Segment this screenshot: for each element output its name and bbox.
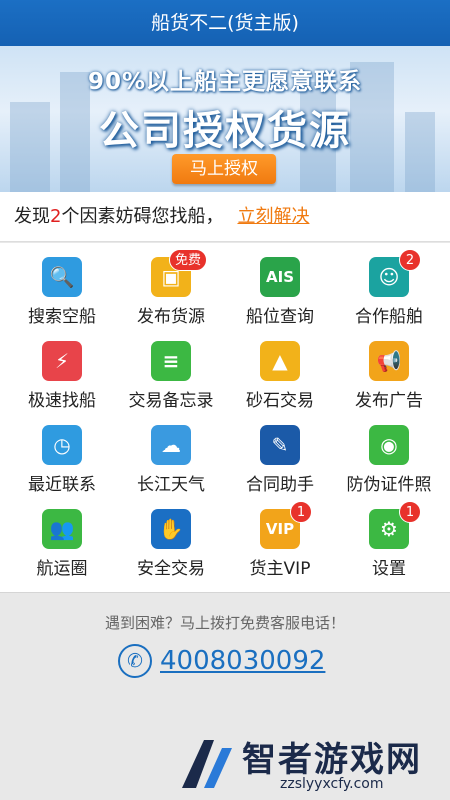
watermark-logo-icon	[182, 740, 232, 788]
notification-badge: 免费	[169, 249, 208, 271]
promo-banner[interactable]: 90%以上船主更愿意联系 公司授权货源 马上授权	[0, 46, 450, 192]
grid-item[interactable]: ☺ 合作船舶 2	[335, 243, 443, 327]
grid-item[interactable]: ✋ 安全交易	[117, 495, 225, 579]
grid-item[interactable]: ◷ 最近联系	[8, 411, 116, 495]
sand-icon: ▲	[260, 341, 300, 381]
hotline-number[interactable]: 4008030092	[160, 644, 325, 678]
watermark: 智者游戏网 zzslyyxcfy.com	[174, 730, 450, 800]
watermark-url: zzslyyxcfy.com	[280, 776, 384, 792]
megaphone-icon: 📢	[369, 341, 409, 381]
search-icon: 🔍	[42, 257, 82, 297]
resolve-link[interactable]: 立刻解决	[237, 206, 309, 227]
grid-item-label: 砂石交易	[246, 391, 314, 411]
grid-item[interactable]: AIS 船位查询	[226, 243, 334, 327]
app-title-bar: 船货不二(货主版)	[0, 0, 450, 46]
notice-bar: 发现2个因素妨碍您找船， 立刻解决	[0, 192, 450, 242]
grid-item[interactable]: ▲ 砂石交易	[226, 327, 334, 411]
grid-item[interactable]: ✎ 合同助手	[226, 411, 334, 495]
grid-item-label: 极速找船	[28, 391, 96, 411]
app-title: 船货不二(货主版)	[151, 12, 299, 34]
grid-item-label: 交易备忘录	[128, 391, 214, 411]
group-icon: 👥	[42, 509, 82, 549]
ais-icon: AIS	[260, 257, 300, 297]
grid-item-label: 安全交易	[137, 559, 205, 579]
grid-item-label: 最近联系	[28, 475, 96, 495]
grid-item-label: 搜索空船	[28, 307, 96, 327]
grid-item-label: 航运圈	[36, 559, 88, 579]
grid-item[interactable]: 👥 航运圈	[8, 495, 116, 579]
grid-item-label: 防伪证件照	[346, 475, 432, 495]
grid-item-label: 长江天气	[137, 475, 205, 495]
grid-item-label: 合同助手	[246, 475, 314, 495]
notification-badge: 1	[290, 501, 312, 523]
notice-prefix: 发现	[14, 206, 50, 227]
grid-item-label: 合作船舶	[355, 307, 423, 327]
grid-item[interactable]: ≡ 交易备忘录	[117, 327, 225, 411]
grid-item-label: 发布货源	[137, 307, 205, 327]
contract-icon: ✎	[260, 425, 300, 465]
help-text: 遇到困难？马上拨打免费客服电话！	[104, 614, 345, 632]
handshake-icon: ✋	[151, 509, 191, 549]
lightning-icon: ⚡	[42, 341, 82, 381]
memo-icon: ≡	[151, 341, 191, 381]
notification-badge: 1	[399, 501, 421, 523]
grid-item[interactable]: ▣ 发布货源 免费	[117, 243, 225, 327]
grid-item[interactable]: 📢 发布广告	[335, 327, 443, 411]
grid-item[interactable]: ☁ 长江天气	[117, 411, 225, 495]
notice-suffix: 个因素妨碍您找船，	[61, 206, 224, 227]
weather-icon: ☁	[151, 425, 191, 465]
notice-count: 2	[50, 206, 62, 227]
grid-item[interactable]: ◉ 防伪证件照	[335, 411, 443, 495]
grid-item-label: 设置	[372, 559, 406, 579]
watermark-name: 智者游戏网	[242, 740, 422, 780]
phone-icon[interactable]: ✆	[118, 644, 152, 678]
clock-icon: ◷	[42, 425, 82, 465]
notification-badge: 2	[399, 249, 421, 271]
function-grid: 🔍 搜索空船 ▣ 发布货源 免费 AIS 船位查询 ☺ 合作船舶 2 ⚡ 极速找船 ≡ 交易备忘录 ▲ 砂石交…	[0, 243, 450, 593]
banner-headline: 90%以上船主更愿意联系	[87, 69, 363, 95]
grid-item[interactable]: ⚡ 极速找船	[8, 327, 116, 411]
grid-item[interactable]: 🔍 搜索空船	[8, 243, 116, 327]
grid-item-label: 货主VIP	[249, 559, 311, 579]
camera-icon: ◉	[369, 425, 409, 465]
grid-item[interactable]: ⚙ 设置 1	[335, 495, 443, 579]
grid-item-label: 船位查询	[246, 307, 314, 327]
banner-title: 公司授权货源	[99, 108, 351, 154]
grid-item[interactable]: VIP 货主VIP 1	[226, 495, 334, 579]
grid-item-label: 发布广告	[355, 391, 423, 411]
authorize-button[interactable]: 马上授权	[172, 154, 276, 184]
